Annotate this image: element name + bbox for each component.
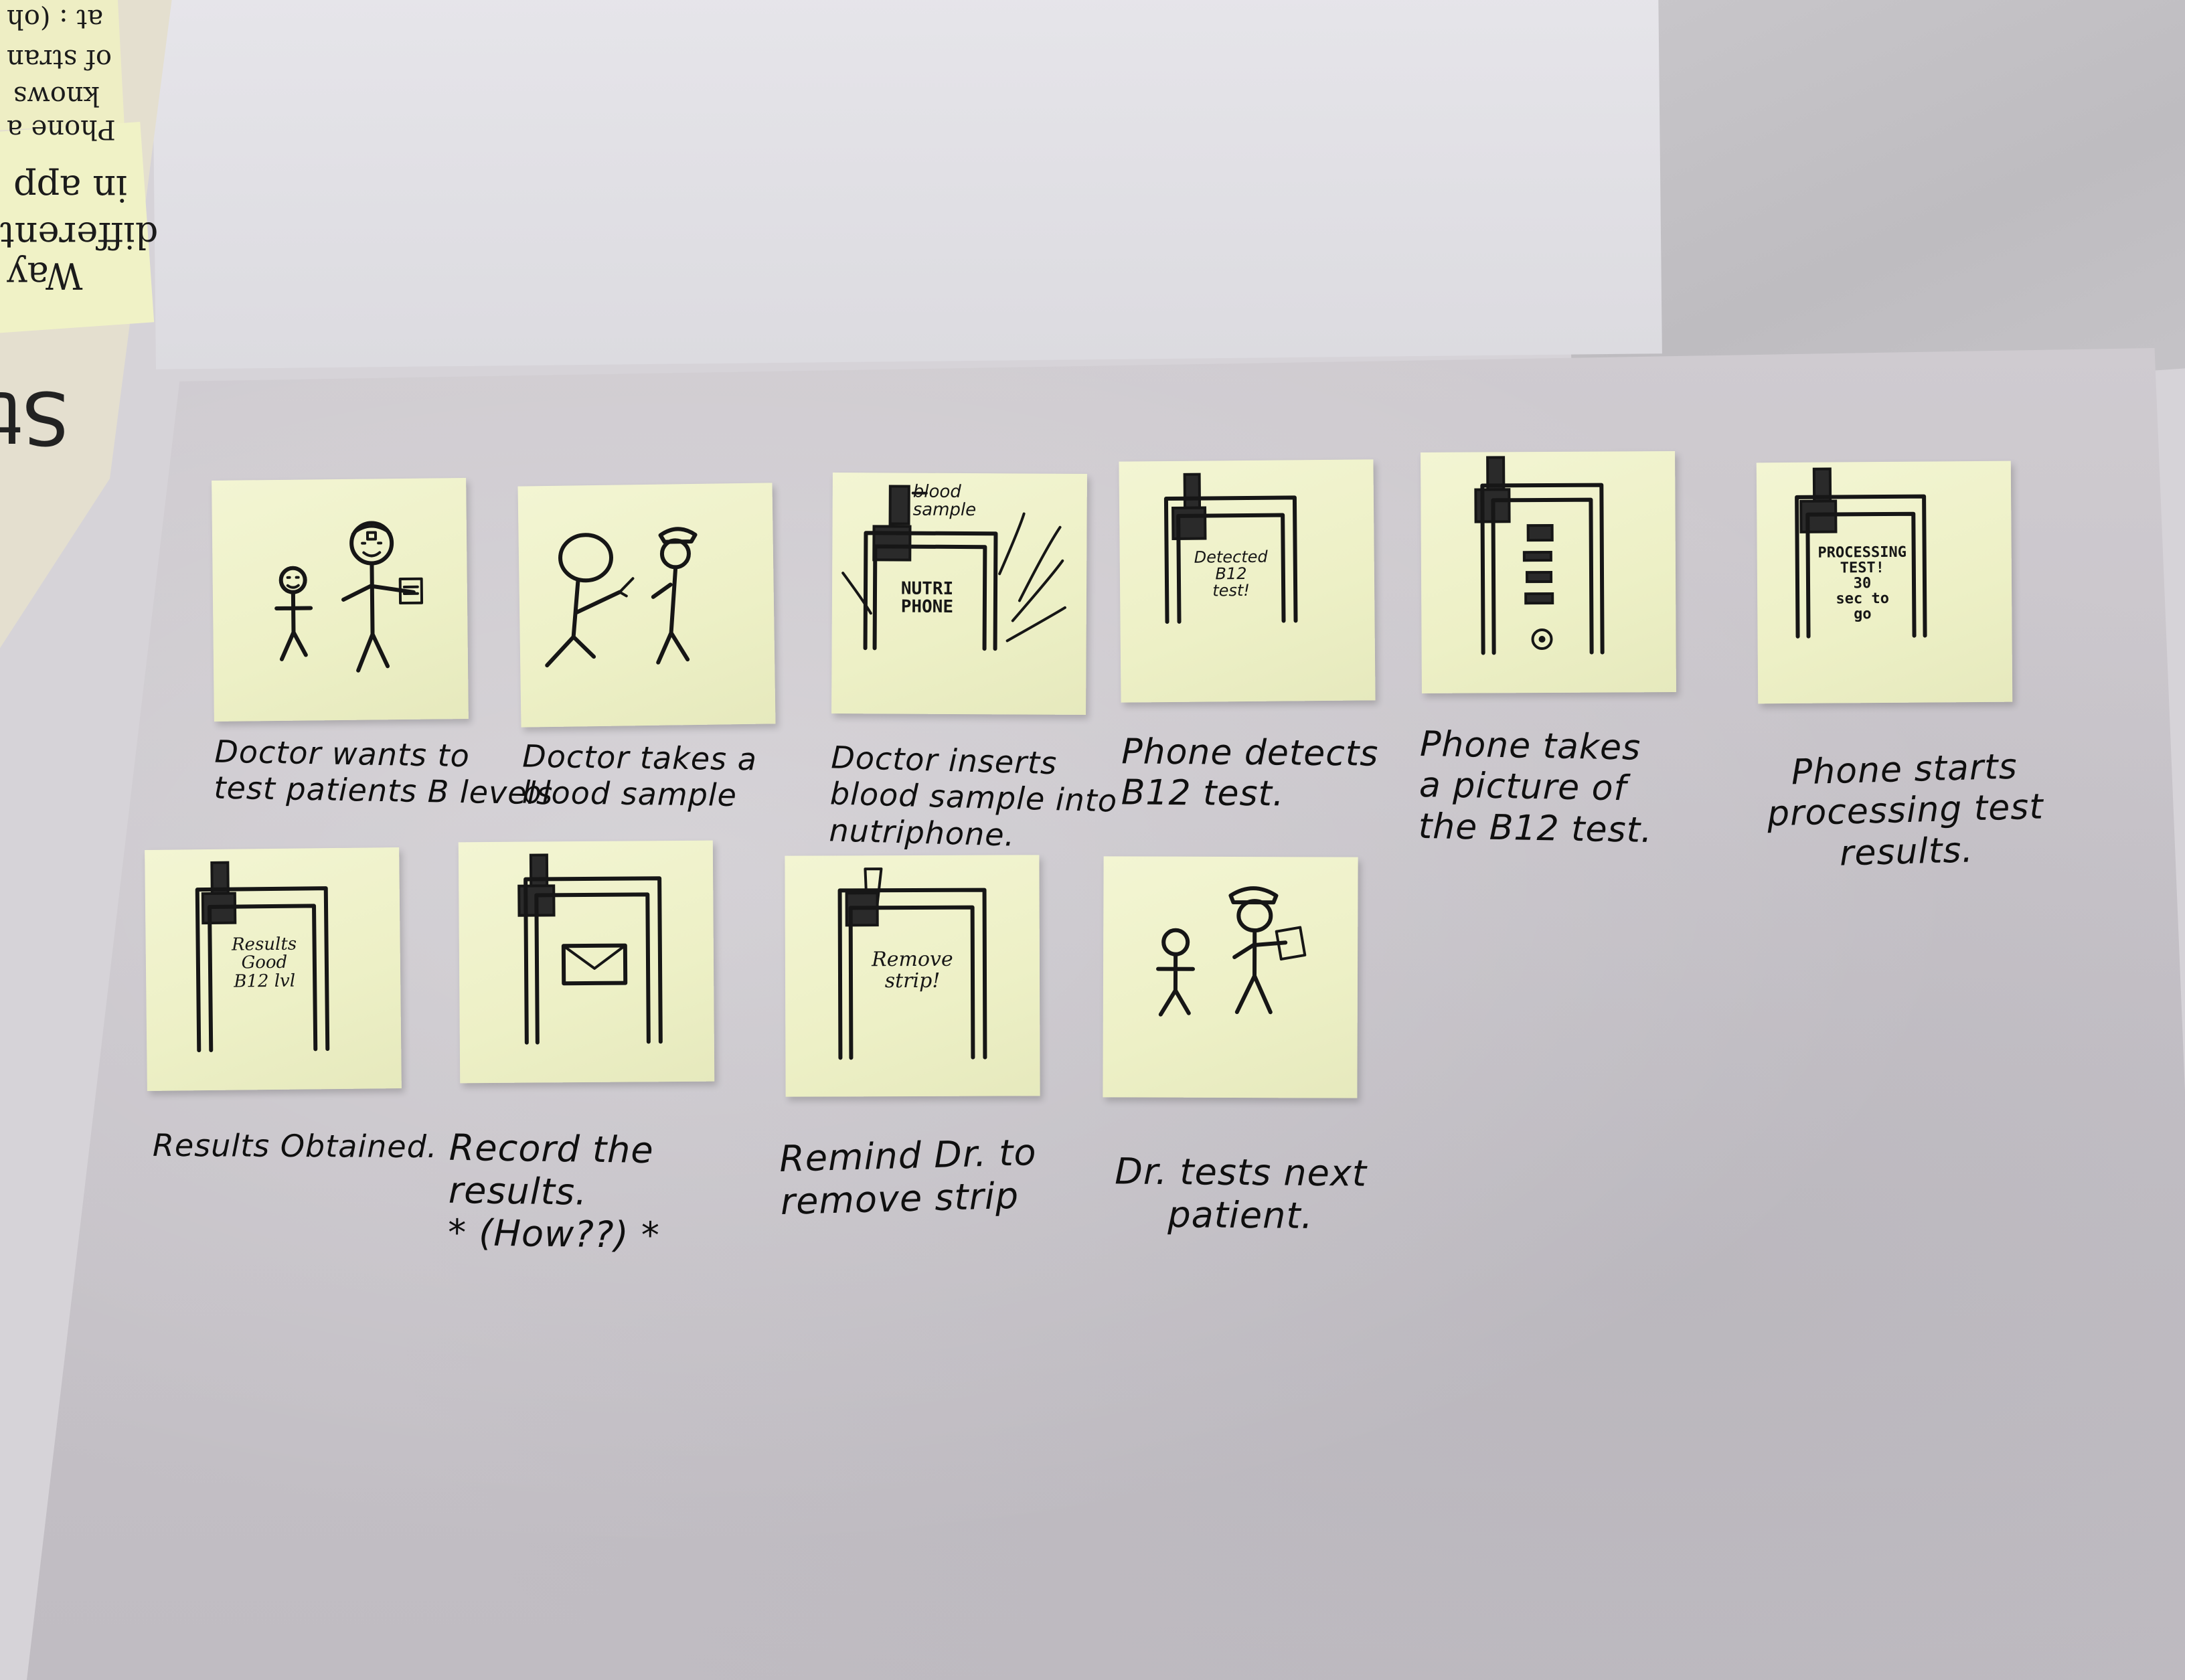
left-note-text: Phone a <box>7 114 116 145</box>
detected-screen-text: Detected B12 test! <box>1194 547 1268 600</box>
sticky-note-6: PROCESSING TEST! 30 sec to go <box>1756 460 2013 704</box>
left-note-text: different <box>0 214 159 256</box>
sticky-note-5 <box>1421 451 1676 693</box>
blood-sample-label: blood sample <box>912 481 977 521</box>
panel-9-caption: Remind Dr. to remove strip <box>779 1130 1038 1223</box>
panel-6-caption: Phone starts processing test results. <box>1767 746 2044 874</box>
phone-record-sketch <box>517 853 663 1045</box>
sticky-note-4: Detected B12 test! <box>1119 459 1376 703</box>
left-note-text: in app <box>13 167 128 209</box>
left-note-text: at : (oh <box>7 3 104 34</box>
panel-4-caption: Phone detects B12 test. <box>1121 732 1379 815</box>
remove-strip-screen-text: Remove strip! <box>872 947 953 993</box>
processing-screen-text: PROCESSING TEST! 30 sec to go <box>1817 543 1907 623</box>
sticky-note-7: Results Good B12 lvl <box>145 847 402 1091</box>
sticky-note-8 <box>458 840 715 1084</box>
results-screen-text: Results Good B12 lvl <box>231 934 297 992</box>
blood-sample-sketch <box>545 527 698 668</box>
sticky-note-3: blood sample NUTRI PHONE <box>831 473 1087 715</box>
sticky-note-9: Remove strip! <box>785 855 1040 1097</box>
panel-7-caption: Results Obtained. <box>152 1126 438 1165</box>
panel-8-caption: Record the results. * (How??) * <box>447 1126 661 1257</box>
sticky-note-1 <box>212 478 469 722</box>
nutriphone-screen-text: NUTRI PHONE <box>900 578 954 618</box>
panel-2-caption: Doctor takes a blood sample <box>521 738 758 814</box>
sticky-note-2 <box>517 483 776 728</box>
left-sheet-label: St <box>0 375 69 460</box>
panel-1-caption: Doctor wants to test patients B levels <box>214 733 554 812</box>
panel-10-caption: Dr. tests next patient. <box>1115 1150 1368 1237</box>
sticky-note-10 <box>1103 856 1358 1098</box>
next-patient-sketch <box>1156 886 1307 1017</box>
phone-camera-sketch <box>1474 456 1605 655</box>
panel-5-caption: Phone takes a picture of the B12 test. <box>1418 724 1653 851</box>
panel-3-caption: Doctor inserts blood sample into nutriph… <box>828 739 1118 853</box>
left-note-text: of stran <box>7 44 112 74</box>
left-note-text: Way <box>7 254 83 297</box>
left-note-text: knows <box>13 80 100 111</box>
whiteboard-surface <box>152 0 1662 369</box>
doctor-patient-sketch <box>274 521 424 673</box>
